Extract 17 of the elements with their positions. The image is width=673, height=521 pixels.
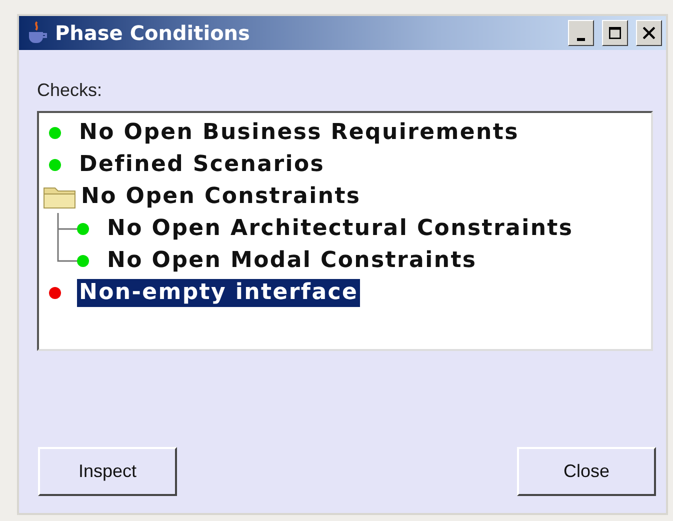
maximize-icon — [609, 27, 621, 39]
minimize-icon — [577, 38, 585, 40]
tree-item[interactable]: No Open Modal Constraints — [105, 247, 479, 275]
tree-item[interactable]: No Open Business Requirements — [77, 119, 521, 147]
window-title: Phase Conditions — [55, 21, 251, 45]
tree-item[interactable]: Non-empty interface — [77, 279, 360, 307]
close-icon — [643, 27, 655, 39]
maximize-button[interactable] — [602, 20, 628, 46]
close-dialog-button[interactable]: Close — [517, 447, 656, 496]
folder-icon — [43, 185, 77, 209]
checks-label: Checks: — [37, 80, 104, 101]
minimize-button[interactable] — [568, 20, 594, 46]
tree-item[interactable]: No Open Architectural Constraints — [105, 215, 576, 243]
tree-item[interactable]: Defined Scenarios — [77, 151, 327, 179]
inspect-button[interactable]: Inspect — [38, 447, 177, 496]
close-button[interactable] — [636, 20, 662, 46]
tree-item[interactable]: No Open Constraints — [79, 183, 363, 211]
